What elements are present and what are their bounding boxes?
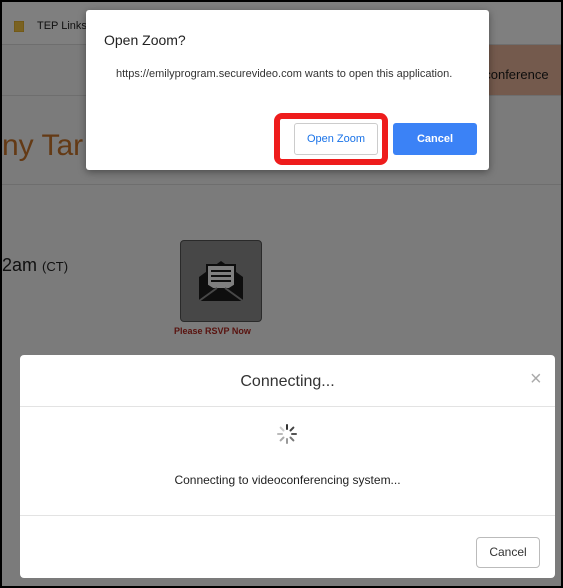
- highlight-box: [274, 113, 388, 165]
- close-icon[interactable]: ×: [530, 369, 542, 389]
- prompt-title: Open Zoom?: [104, 32, 186, 48]
- cancel-button[interactable]: Cancel: [476, 537, 540, 568]
- screenshot-frame: TEP Links oconference ny Tar 2am (CT): [0, 0, 563, 588]
- connecting-dialog: Connecting... × Connecting to videoconfe…: [20, 355, 555, 578]
- prompt-message: https://emilyprogram.securevideo.com wan…: [116, 68, 453, 80]
- divider: [20, 515, 555, 516]
- connecting-message: Connecting to videoconferencing system..…: [174, 473, 401, 487]
- spinner-icon: [277, 424, 297, 444]
- dialog-title: Connecting...: [240, 373, 335, 390]
- browser-viewport: TEP Links oconference ny Tar 2am (CT): [2, 2, 561, 586]
- prompt-cancel-button[interactable]: Cancel: [393, 123, 477, 155]
- divider: [20, 406, 555, 407]
